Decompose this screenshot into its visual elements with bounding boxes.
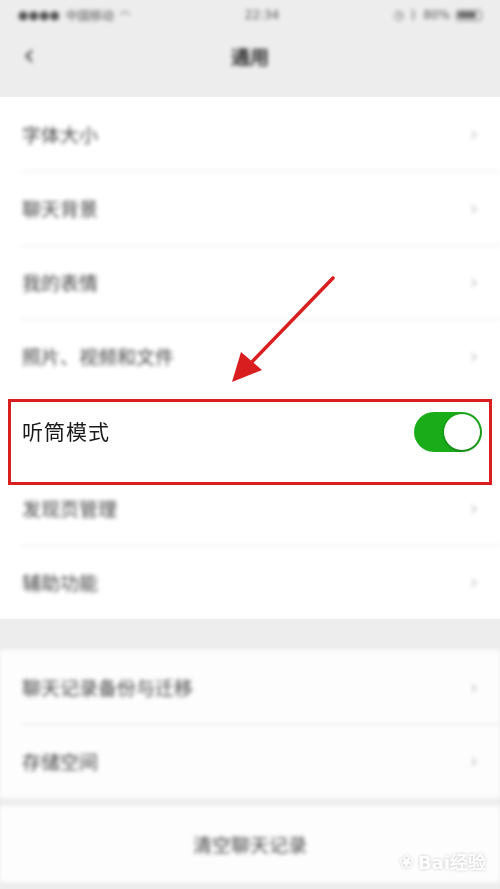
status-time: 22:34 xyxy=(244,8,280,22)
chevron-right-icon: › xyxy=(470,675,478,699)
status-bar: ●●●● 中国移动 ◠ 22:34 ◷ ᛒ 80% xyxy=(0,0,500,30)
list-item-label: 照片、视频和文件 xyxy=(22,346,175,369)
chevron-right-icon: › xyxy=(470,196,478,220)
toggle-knob xyxy=(444,414,480,450)
list-item-label: 聊天记录备份与迁移 xyxy=(22,677,194,700)
settings-list-storage: 聊天记录备份与迁移 › 存储空间 › xyxy=(0,650,500,798)
list-item-label: 辅助功能 xyxy=(22,572,99,595)
list-item-label: 发现页管理 xyxy=(22,498,118,521)
chevron-right-icon: › xyxy=(470,122,478,146)
status-left: ●●●● 中国移动 ◠ xyxy=(18,7,130,24)
earpiece-mode-label: 听筒模式 xyxy=(22,421,110,445)
chevron-right-icon: › xyxy=(470,344,478,368)
chevron-right-icon: › xyxy=(470,749,478,773)
watermark: ❀ Bai经验 xyxy=(399,849,486,875)
battery-icon xyxy=(456,9,482,21)
earpiece-mode-toggle[interactable] xyxy=(414,412,482,452)
chevron-right-icon: › xyxy=(470,270,478,294)
alarm-icon: ◷ xyxy=(393,8,405,22)
list-item[interactable]: 字体大小 › xyxy=(0,97,500,171)
list-item[interactable]: 聊天背景 › xyxy=(0,171,500,245)
list-item-label: 字体大小 xyxy=(22,124,99,147)
wifi-icon: ◠ xyxy=(119,8,131,22)
battery-percent: 80% xyxy=(423,8,450,22)
settings-list-general: 字体大小 › 聊天背景 › 我的表情 › 照片、视频和文件 › 听筒模式 发现页… xyxy=(0,97,500,619)
list-item-label: 聊天背景 xyxy=(22,198,99,221)
chevron-right-icon: › xyxy=(470,496,478,520)
page-title: 通用 xyxy=(230,46,269,69)
list-item[interactable]: 存储空间 › xyxy=(0,724,500,798)
watermark-text: Bai经验 xyxy=(417,853,486,874)
carrier-label: 中国移动 xyxy=(65,8,114,23)
list-item-label: 我的表情 xyxy=(22,272,99,295)
clear-history-label: 清空聊天记录 xyxy=(192,834,307,857)
list-item-label: 存储空间 xyxy=(22,751,99,774)
status-right: ◷ ᛒ 80% xyxy=(394,8,482,22)
settings-screen: ●●●● 中国移动 ◠ 22:34 ◷ ᛒ 80% ‹ 通用 字体大小 › 聊天… xyxy=(0,0,500,889)
list-item[interactable]: 我的表情 › xyxy=(0,245,500,319)
bluetooth-icon: ᛒ xyxy=(410,8,418,22)
list-item[interactable]: 聊天记录备份与迁移 › xyxy=(0,650,500,724)
signal-icon: ●●●● xyxy=(18,8,60,22)
earpiece-mode-row: 听筒模式 xyxy=(0,393,500,471)
list-item[interactable]: 照片、视频和文件 › xyxy=(0,319,500,393)
list-item[interactable]: 发现页管理 › xyxy=(0,471,500,545)
nav-bar: ‹ 通用 xyxy=(0,30,500,82)
chevron-right-icon: › xyxy=(470,570,478,594)
back-chevron-icon[interactable]: ‹ xyxy=(14,38,44,74)
paw-icon: ❀ xyxy=(398,851,414,873)
list-item[interactable]: 辅助功能 › xyxy=(0,545,500,619)
